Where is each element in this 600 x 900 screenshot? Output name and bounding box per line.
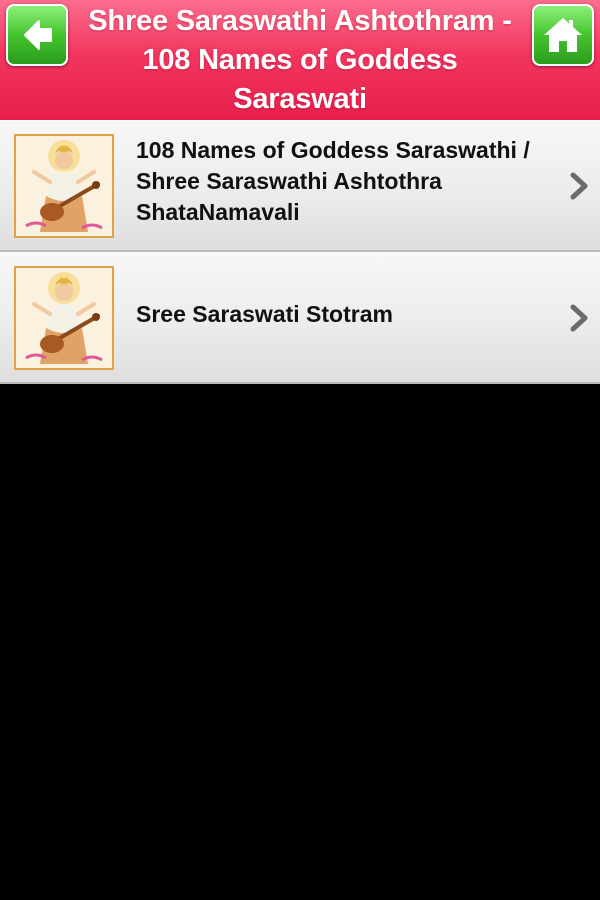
chevron-right-icon <box>570 172 588 200</box>
home-icon <box>544 18 582 52</box>
goddess-saraswati-image <box>14 266 114 370</box>
back-button[interactable] <box>6 4 68 66</box>
list-item-ashtothra[interactable]: 108 Names of Goddess Saraswathi / Shree … <box>0 120 600 252</box>
page-title: Shree Saraswathi Ashtothram - 108 Names … <box>88 5 512 115</box>
title-bar: Shree Saraswathi Ashtothram - 108 Names … <box>0 0 600 120</box>
list-item-label: Sree Saraswati Stotram <box>136 301 393 327</box>
app-screen: Shree Saraswathi Ashtothram - 108 Names … <box>0 0 600 900</box>
list-item-label: 108 Names of Goddess Saraswathi / Shree … <box>136 137 530 225</box>
home-button[interactable] <box>532 4 594 66</box>
chevron-right-icon <box>570 304 588 332</box>
list-item-stotram[interactable]: Sree Saraswati Stotram <box>0 252 600 384</box>
content-list: 108 Names of Goddess Saraswathi / Shree … <box>0 120 600 384</box>
arrow-left-icon <box>24 20 52 50</box>
goddess-saraswati-image <box>14 134 114 238</box>
